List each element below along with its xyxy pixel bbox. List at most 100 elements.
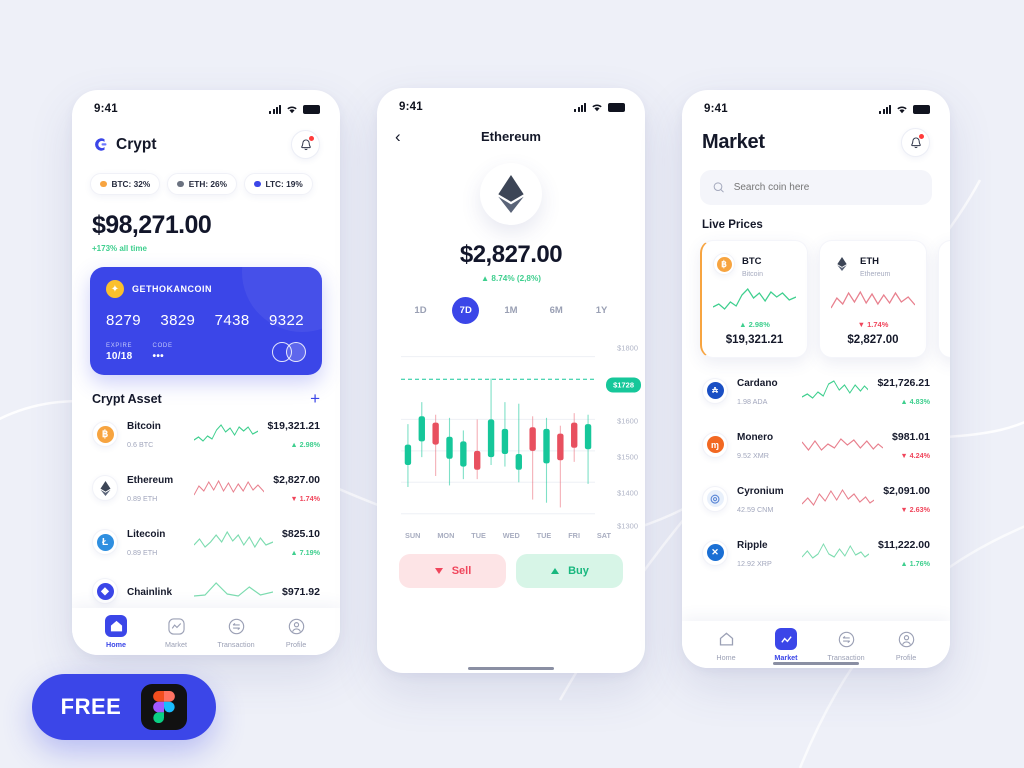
pill-ltc[interactable]: LTC: 19% [244, 173, 313, 195]
y-tick-1400: $1400 [617, 488, 638, 498]
asset-name: Ethereum [127, 475, 174, 486]
home-indicator [773, 661, 859, 665]
market-coin-holding: 42.59 CNM [737, 504, 774, 514]
buy-label: Buy [568, 565, 589, 577]
range-1d[interactable]: 1D [407, 297, 434, 324]
chainlink-icon: ◆ [92, 578, 118, 604]
asset-row[interactable]: ◆ Chainlink $971.92 [72, 569, 340, 613]
asset-name-block: Litecoin 0.89 ETH [127, 524, 185, 560]
ripple-icon: ✕ [702, 539, 728, 566]
live-card-name: Ethereum [860, 270, 891, 278]
market-coin-name: Cyronium [737, 485, 784, 497]
live-card-next[interactable] [938, 240, 950, 358]
chevron-left-icon[interactable]: ‹ [395, 128, 401, 145]
free-badge[interactable]: FREE [32, 674, 216, 740]
card-number-group-1: 8279 [106, 312, 141, 329]
search-bar[interactable] [700, 170, 932, 205]
wifi-icon [287, 105, 297, 113]
market-row[interactable]: ◎ Cyronium 42.59 CNM $2,091.00 ▼ 2.63% [682, 472, 950, 526]
card-expire-label: EXPIRE [106, 343, 133, 349]
tab-home-label: Home [106, 640, 126, 649]
notification-button[interactable] [901, 128, 930, 157]
x-tick-wed: WED [502, 531, 520, 540]
tab-profile-label: Profile [285, 640, 307, 649]
litecoin-icon: Ł [92, 529, 118, 555]
home-header: Crypt [72, 120, 340, 159]
tab-profile[interactable]: Profile [879, 628, 933, 662]
card-footer: EXPIRE 10/18 CODE ••• [106, 342, 306, 362]
y-tick-1800: $1800 [617, 343, 638, 353]
tab-profile[interactable]: Profile [269, 615, 323, 649]
wallet-card[interactable]: ✦ GETHOKANCOIN 8279 3829 7438 9322 EXPIR… [90, 267, 322, 375]
notification-button[interactable] [291, 130, 320, 159]
card-header: ✦ GETHOKANCOIN [106, 280, 306, 298]
detail-price: $2,827.00 [459, 241, 563, 268]
market-coin-holding: 1.98 ADA [737, 396, 768, 406]
sparkline-chart [802, 432, 884, 458]
arrow-down-icon [434, 568, 443, 574]
trade-actions: Sell Buy [377, 540, 645, 588]
tab-home[interactable]: Home [699, 628, 753, 662]
market-row[interactable]: ✕ Ripple 12.92 XRP $11,222.00 ▲ 1.76% [682, 526, 950, 580]
market-name-block: Cyronium 42.59 CNM [737, 481, 793, 517]
asset-value-block: $971.92 [282, 582, 320, 600]
asset-row[interactable]: Ł Litecoin 0.89 ETH $825.10 ▲ 7.19% [72, 515, 340, 569]
range-7d[interactable]: 7D [452, 297, 480, 324]
market-row[interactable]: ₳ Cardano 1.98 ADA $21,726.21 ▲ 4.83% [682, 364, 950, 418]
battery-full-icon [303, 105, 320, 114]
tab-home[interactable]: Home [89, 615, 143, 649]
market-change: ▼ 4.24% [900, 450, 930, 460]
asset-row[interactable]: ฿ Bitcoin 0.6 BTC $19,321.21 ▲ 2.98% [72, 407, 340, 461]
card-number-group-4: 9322 [268, 312, 304, 329]
x-tick-fri: FRI [568, 531, 580, 540]
market-price: $981.01 [892, 430, 930, 443]
market-coin-holding: 12.92 XRP [737, 558, 772, 568]
sell-button[interactable]: Sell [399, 554, 506, 588]
live-prices-carousel[interactable]: ฿ BTC Bitcoin ▲ 2.98% $19,321.21 ETH Eth… [682, 231, 950, 358]
market-row[interactable]: ɱ Monero 9.52 XMR $981.01 ▼ 4.24% [682, 418, 950, 472]
cyronium-icon: ◎ [702, 485, 728, 512]
range-6m[interactable]: 6M [543, 297, 570, 324]
asset-change: ▲ 7.19% [290, 548, 320, 557]
detail-header: ‹ Ethereum [377, 118, 645, 145]
exchange-icon [835, 628, 857, 650]
sparkline-chart [194, 475, 265, 501]
tab-market[interactable]: Market [149, 615, 203, 649]
live-card-eth[interactable]: ETH Ethereum ▼ 1.74% $2,827.00 [819, 240, 927, 358]
figma-logo-icon [141, 684, 188, 730]
asset-row[interactable]: Ethereum 0.89 ETH $2,827.00 ▼ 1.74% [72, 461, 340, 515]
sparkline-chart [712, 285, 797, 315]
search-input[interactable] [733, 182, 919, 193]
status-bar: 9:41 [682, 90, 950, 120]
tab-transaction[interactable]: Transaction [209, 615, 263, 649]
sparkline-chart [830, 285, 916, 315]
pill-btc[interactable]: BTC: 32% [90, 173, 161, 195]
status-time: 9:41 [704, 103, 728, 115]
pill-eth[interactable]: ETH: 26% [167, 173, 238, 195]
bottom-tab-bar: Home Market Transaction Profile [72, 608, 340, 655]
pill-ltc-label: LTC: 19% [265, 179, 303, 189]
buy-button[interactable]: Buy [516, 554, 623, 588]
tab-market[interactable]: Market [759, 628, 813, 662]
plus-icon[interactable]: + [310, 390, 320, 407]
home-indicator [468, 666, 554, 670]
live-card-btc[interactable]: ฿ BTC Bitcoin ▲ 2.98% $19,321.21 [700, 240, 808, 358]
live-card-titles: ETH Ethereum [860, 251, 890, 278]
x-tick-sun: SUN [405, 531, 421, 540]
live-card-symbol: ETH [860, 256, 879, 267]
btc-dot-icon [100, 180, 107, 188]
card-number-group-2: 3829 [160, 312, 196, 329]
signal-bars-icon [269, 104, 281, 114]
asset-price: $2,827.00 [273, 474, 320, 486]
status-bar: 9:41 [377, 88, 645, 118]
market-value-block: $2,091.00 ▼ 2.63% [883, 481, 930, 517]
market-coin-name: Monero [737, 431, 774, 443]
range-1m[interactable]: 1M [498, 297, 525, 324]
phone-detail-screen: 9:41 ‹ Ethereum $2,827.00 ▲ 8.74% (2,8%)… [377, 88, 645, 673]
sparkline-chart [194, 529, 274, 555]
tab-transaction[interactable]: Transaction [819, 628, 873, 662]
card-brand-name: GETHOKANCOIN [132, 284, 212, 294]
brand-name: Crypt [116, 135, 157, 153]
range-1y[interactable]: 1Y [588, 297, 615, 324]
x-tick-mon: MON [437, 531, 455, 540]
